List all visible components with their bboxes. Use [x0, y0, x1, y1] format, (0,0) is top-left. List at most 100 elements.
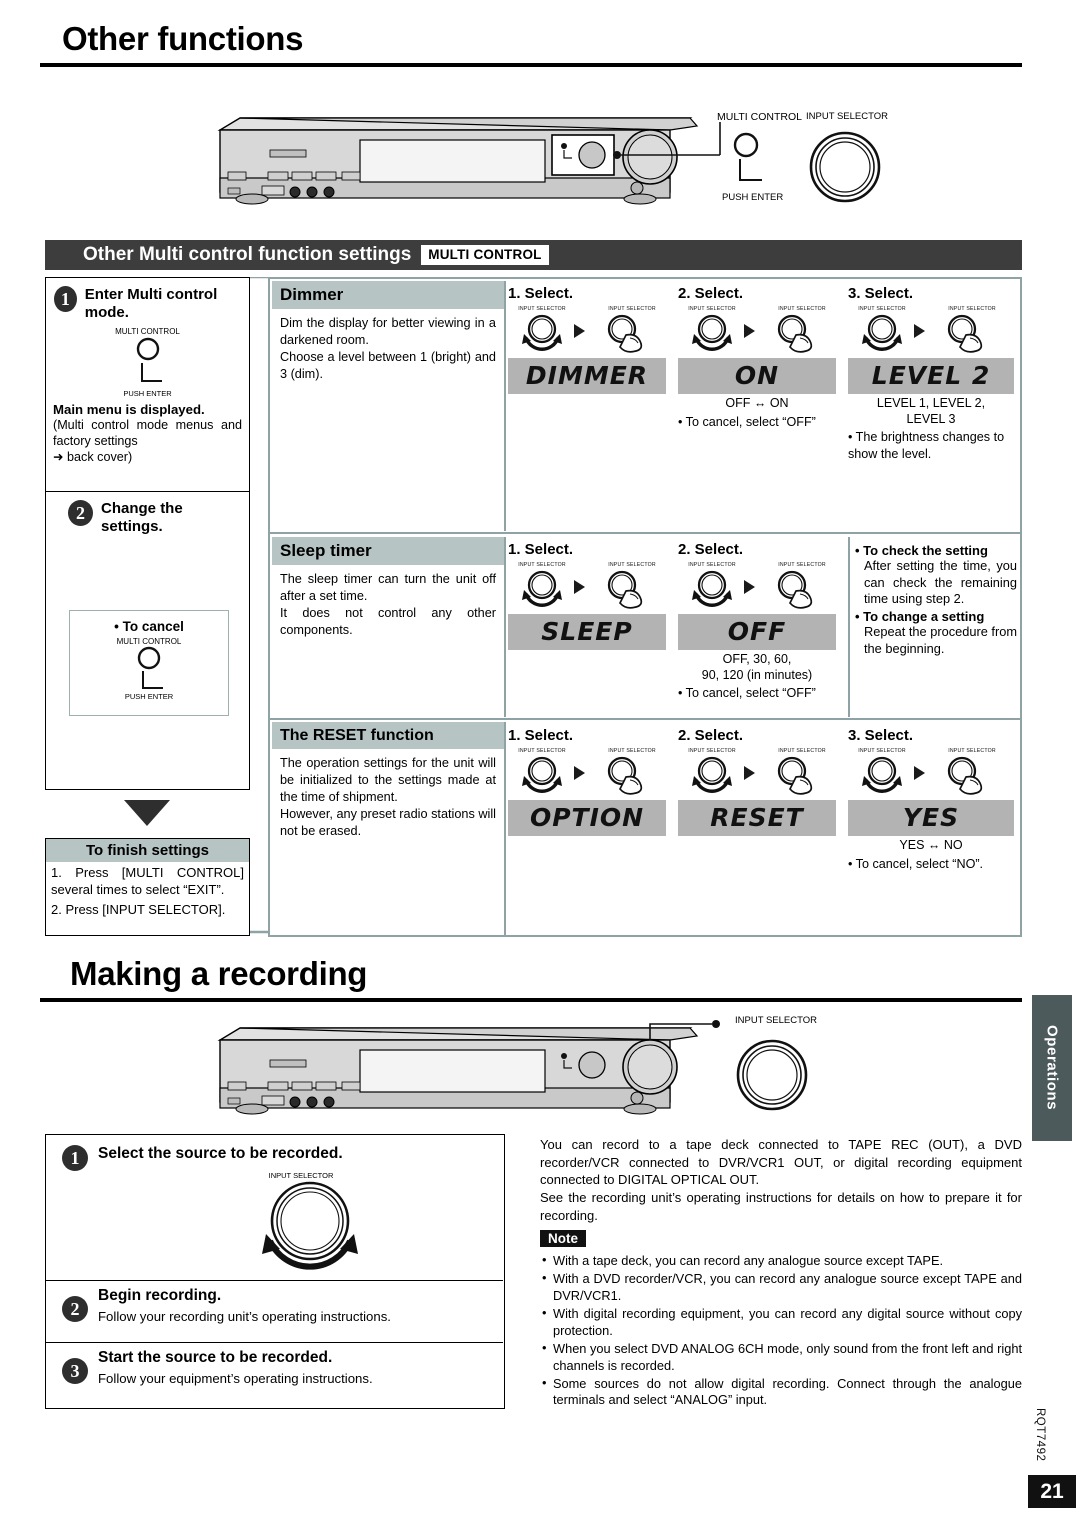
to-cancel-label: • To cancel	[114, 619, 184, 634]
sleep-side-notes: • To check the setting After setting the…	[855, 543, 1017, 657]
step1-enter-multi-control-box: 1 Enter Multi control mode. MULTI CONTRO…	[45, 277, 250, 492]
recording-note-5: Some sources do not allow digital record…	[540, 1375, 1022, 1410]
dimmer-step3-arrow-icon	[914, 324, 925, 338]
input-selector-knob-press-icon	[777, 756, 813, 795]
input-selector-knob-press-icon	[947, 756, 983, 795]
to-finish-item-1: 1. Press [MULTI CONTROL] several times t…	[51, 865, 244, 897]
row-dimmer-desc: Dim the display for better viewing in a …	[280, 316, 496, 382]
input-selector-knob-large-rotate-icon	[262, 1181, 358, 1270]
row-reset-left: The RESET function The operation setting…	[272, 722, 504, 840]
row-sleep-left: Sleep timer The sleep timer can turn the…	[272, 537, 504, 639]
reset-step3-knob-cap-a: INPUT SELECTOR	[858, 748, 906, 754]
sleep-step1-knob-cap-a: INPUT SELECTOR	[518, 562, 566, 568]
input-selector-knob-press-icon	[607, 756, 643, 795]
dimmer-step2-knob-cap-b: INPUT SELECTOR	[778, 306, 826, 312]
multi-control-knob-icon	[136, 337, 162, 382]
dimmer-step3-label: 3. Select.	[848, 285, 914, 302]
manual-page: Other functions MULTI CONTROL PUSH ENTER…	[0, 0, 1080, 1526]
reset-step2-knob-cap-a: INPUT SELECTOR	[688, 748, 736, 754]
sleep-step1-knob-cap-b: INPUT SELECTOR	[608, 562, 656, 568]
sleep-step2-caption-2: 90, 120 (in minutes)	[701, 667, 813, 682]
side-tab-operations: Operations	[1032, 995, 1072, 1141]
divider-sleep-notes-v	[848, 537, 850, 717]
row-dimmer-title: Dimmer	[272, 281, 504, 310]
reset-step3-arrow-icon	[914, 766, 925, 780]
recording-steps-box: 1 Select the source to be recorded. INPU…	[45, 1134, 505, 1409]
recording-notes-list: With a tape deck, you can record any ana…	[540, 1252, 1022, 1410]
recording-intro-p2: See the recording unit’s operating instr…	[540, 1190, 1022, 1223]
callout-multi-control: MULTI CONTROL	[717, 111, 802, 123]
input-selector-knob-rotate-icon	[522, 756, 562, 793]
reset-step1-knob-cap-a: INPUT SELECTOR	[518, 748, 566, 754]
recording-step1-title: Select the source to be recorded.	[98, 1145, 343, 1162]
recording-step3-title: Start the source to be recorded.	[98, 1349, 333, 1366]
step-number-2: 2	[68, 500, 94, 526]
recording-note-1: With a tape deck, you can record any ana…	[540, 1252, 1022, 1270]
to-finish-item-2: 2. Press [INPUT SELECTOR].	[51, 901, 226, 917]
input-selector-knob-rotate-icon	[522, 570, 562, 607]
reset-step2-arrow-icon	[744, 766, 755, 780]
input-selector-knob-rotate-icon	[692, 756, 732, 793]
row-reset-title: The RESET function	[272, 722, 504, 750]
section-header-bar: Other Multi control function settings MU…	[45, 240, 1022, 270]
section-tag-multi-control: MULTI CONTROL	[421, 245, 549, 265]
to-finish-settings-heading: To finish settings	[46, 839, 249, 862]
dimmer-step2-arrow-icon	[744, 324, 755, 338]
sleep-step-1: 1. Select. INPUT SELECTOR INPUT SELECTOR	[508, 541, 676, 650]
reset-step-1: 1. Select. INPUT SELECTOR INPUT SELECTOR	[508, 727, 676, 836]
recording-step2-title: Begin recording.	[98, 1287, 222, 1304]
step1-result-line: Main menu is displayed.	[53, 402, 242, 417]
recording-note-3: With digital recording equipment, you ca…	[540, 1305, 1022, 1340]
cancel-multi-control-knob-icon	[137, 646, 163, 689]
recording-note-4: When you select DVD ANALOG 6CH mode, onl…	[540, 1340, 1022, 1375]
callout-knob-recording	[736, 1039, 808, 1111]
row-divider-2	[270, 718, 1020, 720]
sleep-step1-arrow-icon	[574, 580, 585, 594]
row-sleep-desc: The sleep timer can turn the unit off af…	[280, 572, 496, 638]
dimmer-step3-knob-cap-a: INPUT SELECTOR	[858, 306, 906, 312]
dimmer-step3-bullet: • The brightness changes to show the lev…	[848, 430, 1005, 461]
input-selector-knob-rotate-icon	[692, 314, 732, 351]
step1-knob-caption: MULTI CONTROL	[115, 326, 180, 336]
dimmer-step2-bullet: • To cancel, select “OFF”	[678, 414, 816, 429]
input-selector-knob-press-icon	[777, 314, 813, 353]
page-number: 21	[1028, 1475, 1076, 1508]
sleep-step-2: 2. Select. INPUT SELECTOR INPUT SELECTOR	[678, 541, 846, 702]
sleep-step2-knob-cap-b: INPUT SELECTOR	[778, 562, 826, 568]
sleep-note-1-text: After setting the time, you can check th…	[864, 558, 1017, 607]
input-selector-knob-press-icon	[607, 314, 643, 353]
divider-dimmer-v	[504, 281, 506, 531]
recording-step-number-1: 1	[62, 1145, 88, 1171]
dimmer-step3-knob-cap-b: INPUT SELECTOR	[948, 306, 996, 312]
reset-step-2: 2. Select. INPUT SELECTOR INPUT SELECTOR	[678, 727, 846, 836]
sleep-step2-knob-cap-a: INPUT SELECTOR	[688, 562, 736, 568]
reset-step1-label: 1. Select.	[508, 727, 574, 744]
input-selector-knob-rotate-icon	[862, 314, 902, 351]
sleep-note-2-text: Repeat the procedure from the beginning.	[864, 623, 1017, 656]
dimmer-step2-knob-cap-a: INPUT SELECTOR	[688, 306, 736, 312]
dimmer-step1-arrow-icon	[574, 324, 585, 338]
reset-step2-knob-cap-b: INPUT SELECTOR	[778, 748, 826, 754]
divider-sleep-v	[504, 537, 506, 717]
reset-step3-label: 3. Select.	[848, 727, 914, 744]
reset-step1-knob-cap-b: INPUT SELECTOR	[608, 748, 656, 754]
dimmer-step3-caption-2: LEVEL 3	[906, 411, 956, 426]
step1-knob-subcaption: PUSH ENTER	[123, 388, 172, 398]
reset-step1-arrow-icon	[574, 766, 585, 780]
title-rule-1	[40, 63, 1022, 67]
doc-code: RQT7492	[1034, 1408, 1046, 1462]
dimmer-step2-label: 2. Select.	[678, 285, 744, 302]
cancel-knob-caption: MULTI CONTROL	[116, 637, 182, 646]
sleep-step2-arrow-icon	[744, 580, 755, 594]
callout-knobs-top	[733, 131, 881, 203]
input-selector-knob-press-icon	[607, 570, 643, 609]
dimmer-step1-label: 1. Select.	[508, 285, 574, 302]
step1-backcover-ref: ➜ back cover)	[53, 450, 133, 465]
section-heading-text: Other Multi control function settings	[83, 244, 412, 265]
dimmer-step-2: 2. Select. INPUT SELECTOR INPUT SELECTOR	[678, 285, 846, 430]
reset-step2-label: 2. Select.	[678, 727, 744, 744]
sleep-step2-caption-1: OFF, 30, 60,	[722, 652, 792, 666]
dimmer-step2-caption: OFF ↔ ON	[725, 396, 789, 410]
input-selector-knob-rotate-icon	[862, 756, 902, 793]
to-cancel-box: • To cancel MULTI CONTROL PUSH ENTER	[69, 610, 229, 716]
